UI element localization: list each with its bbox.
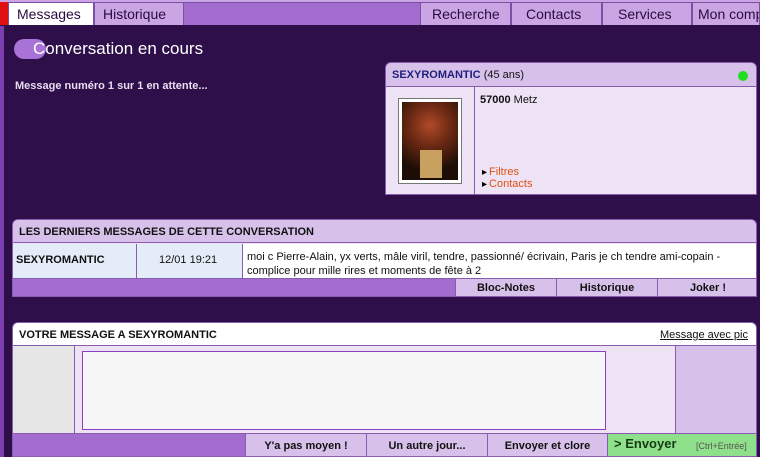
tab-mon-compte[interactable]: Mon compte (692, 2, 760, 25)
un-autre-jour-button[interactable]: Un autre jour... (366, 434, 487, 456)
compose-toolbar: Y'a pas moyen ! Un autre jour... Envoyer… (13, 433, 756, 456)
pending-status: Message numéro 1 sur 1 en attente... (15, 80, 208, 92)
page-title: Conversation en cours (33, 39, 204, 58)
profile-card: SEXYROMANTIC (45 ans) 57000 Metz Filtres… (385, 62, 757, 195)
ya-pas-moyen-button[interactable]: Y'a pas moyen ! (245, 434, 366, 456)
profile-location: 57000 Metz (480, 94, 538, 106)
send-shortcut-hint: [Ctrl+Entrée] (696, 441, 747, 451)
profile-age: (45 ans) (483, 69, 525, 81)
message-text: moi c Pierre-Alain, yx verts, mâle viril… (247, 251, 721, 277)
message-date: 12/01 19:21 (137, 244, 243, 278)
left-side-strip (0, 26, 4, 457)
last-messages-panel: LES DERNIERS MESSAGES DE CETTE CONVERSAT… (12, 219, 757, 297)
tab-bar-filler (184, 2, 420, 25)
compose-header: VOTRE MESSAGE A SEXYROMANTIC (13, 323, 756, 346)
send-button[interactable]: > Envoyer [Ctrl+Entrée] (607, 434, 756, 456)
compose-left-gutter (13, 346, 75, 433)
tab-messages[interactable]: Messages (8, 2, 94, 25)
divider (474, 87, 475, 194)
top-tab-bar: Messages Historique Recherche Contacts S… (0, 0, 760, 25)
envoyer-et-clore-button[interactable]: Envoyer et clore (487, 434, 607, 456)
profile-photo[interactable] (398, 98, 462, 184)
compose-panel: VOTRE MESSAGE A SEXYROMANTIC Message ave… (12, 322, 757, 457)
profile-photo-image (402, 102, 458, 180)
contacts-link[interactable]: Contacts (482, 178, 532, 190)
compose-right-gutter (675, 346, 756, 433)
bloc-notes-button[interactable]: Bloc-Notes (455, 279, 556, 296)
tab-historique[interactable]: Historique (94, 2, 184, 25)
tab-services[interactable]: Services (602, 2, 692, 25)
historique-button[interactable]: Historique (556, 279, 657, 296)
table-row: SEXYROMANTIC 12/01 19:21 moi c Pierre-Al… (13, 244, 756, 278)
tab-recherche[interactable]: Recherche (420, 2, 511, 25)
profile-header: SEXYROMANTIC (45 ans) (386, 63, 756, 87)
postal-code: 57000 (480, 94, 511, 106)
send-label: > Envoyer (614, 436, 677, 451)
tab-contacts[interactable]: Contacts (511, 2, 602, 25)
online-status-icon (738, 71, 748, 81)
profile-name[interactable]: SEXYROMANTIC (392, 69, 481, 81)
active-indicator (0, 2, 8, 25)
city: Metz (513, 94, 538, 106)
last-messages-toolbar: Bloc-Notes Historique Joker ! (13, 278, 756, 296)
last-messages-header: LES DERNIERS MESSAGES DE CETTE CONVERSAT… (13, 220, 756, 243)
message-with-pic-link[interactable]: Message avec pic (660, 329, 748, 341)
filtres-link[interactable]: Filtres (482, 166, 519, 178)
joker-button[interactable]: Joker ! (657, 279, 756, 296)
message-sender: SEXYROMANTIC (13, 244, 137, 278)
message-input[interactable] (82, 351, 606, 430)
